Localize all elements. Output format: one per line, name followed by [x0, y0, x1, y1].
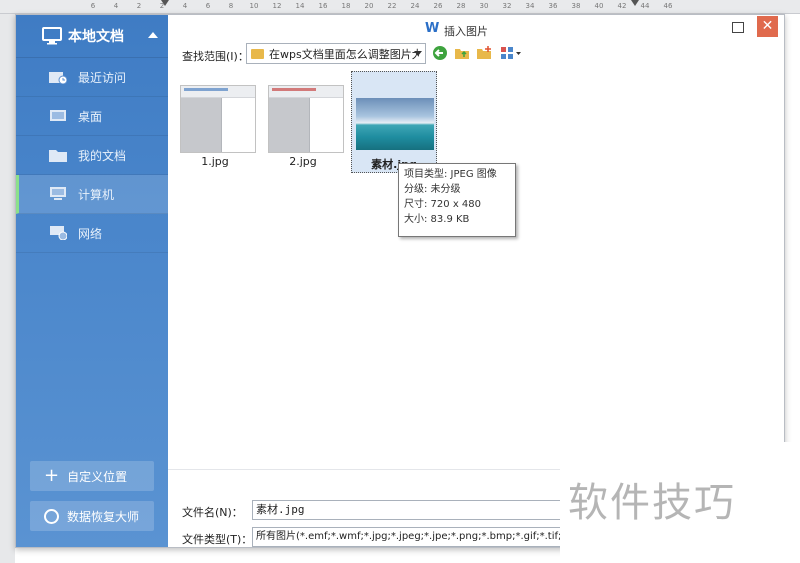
sidebar-header[interactable]: 本地文档 [16, 15, 168, 58]
filetype-select[interactable]: 所有图片(*.emf;*.wmf;*.jpg;*.jpeg;*.jpe;*.pn… [252, 527, 566, 547]
sidebar: 本地文档 最近访问 桌面 我的文档 计算机 网络 + 自定义位置 数据恢复大师 [16, 15, 168, 547]
document-background [0, 14, 15, 563]
up-folder-icon[interactable] [454, 45, 470, 61]
document-thumbnail [268, 85, 344, 153]
sidebar-title: 本地文档 [68, 29, 124, 45]
computer-icon [50, 187, 66, 200]
ruler-tick-label: 32 [502, 2, 512, 10]
custom-location-button[interactable]: + 自定义位置 [30, 461, 154, 491]
ruler-tick-label: 4 [113, 2, 119, 10]
ruler-tick-label: 34 [525, 2, 535, 10]
sidebar-item-label: 我的文档 [78, 148, 127, 163]
chevron-down-icon [414, 51, 422, 56]
ruler-tick-label: 18 [341, 2, 351, 10]
sidebar-item-label: 网络 [78, 226, 103, 241]
document-ruler: 6 4 2 2 4 6 8 10 12 14 16 18 20 22 24 26 28 30 32 34 36 38 40 4… [0, 0, 800, 14]
sidebar-item-desktop[interactable]: 桌面 [16, 97, 168, 136]
ruler-tick-label: 40 [594, 2, 604, 10]
filename-input[interactable]: 素材.jpg [252, 500, 566, 520]
file-item-1[interactable]: 1.jpg [172, 71, 258, 173]
ruler-tick-label: 2 [136, 2, 142, 10]
watermark-text: 软件技巧 [568, 480, 736, 526]
back-arrow-icon[interactable] [432, 45, 448, 61]
ruler-tick-label: 24 [410, 2, 420, 10]
folder-icon [49, 150, 67, 162]
ruler-tick-label: 28 [456, 2, 466, 10]
file-info-tooltip: 项目类型: JPEG 图像 分级: 未分级 尺寸: 720 x 480 大小: … [398, 163, 516, 237]
sidebar-item-label: 计算机 [78, 187, 115, 202]
look-in-label: 查找范围(I)： [182, 50, 249, 63]
sidebar-item-network[interactable]: 网络 [16, 214, 168, 253]
filetype-label: 文件类型(T)： [182, 533, 253, 546]
file-name: 1.jpg [201, 155, 229, 168]
monitor-icon [42, 27, 62, 45]
dialog-titlebar: W 插入图片 ✕ [168, 15, 784, 41]
ruler-tick-label: 30 [479, 2, 489, 10]
file-item-3[interactable]: 素材.jpg [351, 71, 437, 173]
recent-icon [49, 72, 67, 84]
desktop-icon [50, 110, 66, 121]
document-thumbnail [180, 85, 256, 153]
ruler-tick-label: 46 [663, 2, 673, 10]
sidebar-item-label: 最近访问 [78, 70, 127, 85]
plus-icon: + [44, 465, 60, 486]
ruler-tick-label: 36 [548, 2, 558, 10]
file-list: 1.jpg 2.jpg 素材.jpg [168, 67, 784, 467]
ruler-tick-label: 38 [571, 2, 581, 10]
ruler-tick-label: 26 [433, 2, 443, 10]
close-icon: ✕ [761, 18, 774, 34]
ruler-tick-label: 6 [90, 2, 96, 10]
collapse-caret-icon[interactable] [148, 32, 158, 38]
ruler-right-marker[interactable] [631, 0, 639, 6]
filename-label: 文件名(N)： [182, 506, 243, 519]
tooltip-rating: 分级: 未分级 [404, 184, 461, 195]
ruler-tick-label: 22 [387, 2, 397, 10]
file-item-2[interactable]: 2.jpg [260, 71, 346, 173]
new-folder-icon[interactable] [476, 45, 492, 61]
network-icon [50, 226, 67, 240]
photo-thumbnail [356, 98, 434, 150]
data-recovery-label: 数据恢复大师 [67, 509, 140, 524]
close-button[interactable]: ✕ [757, 16, 778, 37]
sidebar-item-computer[interactable]: 计算机 [16, 175, 168, 214]
dialog-title: 插入图片 [444, 25, 488, 38]
look-in-toolbar: 查找范围(I)： 在wps文档里面怎么调整图片大小 [168, 41, 784, 67]
ruler-tick-label: 6 [205, 2, 211, 10]
data-recovery-button[interactable]: 数据恢复大师 [30, 501, 154, 531]
ruler-tick-label: 12 [272, 2, 282, 10]
recovery-icon [44, 508, 59, 524]
ruler-tick-label: 16 [318, 2, 328, 10]
sidebar-item-recent[interactable]: 最近访问 [16, 58, 168, 97]
ruler-tick-label: 20 [364, 2, 374, 10]
sidebar-item-label: 桌面 [78, 109, 103, 124]
view-menu-icon[interactable] [500, 45, 522, 61]
sidebar-item-my-documents[interactable]: 我的文档 [16, 136, 168, 175]
ruler-tick-label: 4 [182, 2, 188, 10]
folder-icon [251, 48, 264, 59]
maximize-button[interactable] [732, 22, 744, 33]
watermark-panel: 软件技巧 [560, 442, 800, 563]
ruler-tick-label: 8 [228, 2, 234, 10]
ruler-tick-label: 10 [249, 2, 259, 10]
ruler-indent-marker[interactable] [161, 0, 169, 6]
look-in-dropdown[interactable]: 在wps文档里面怎么调整图片大小 [246, 43, 426, 64]
tooltip-type: 项目类型: JPEG 图像 [404, 169, 497, 180]
ruler-tick-label: 14 [295, 2, 305, 10]
tooltip-dimensions: 尺寸: 720 x 480 [404, 199, 481, 210]
wps-logo-icon: W [425, 21, 440, 36]
tooltip-filesize: 大小: 83.9 KB [404, 214, 470, 225]
look-in-value: 在wps文档里面怎么调整图片大小 [269, 47, 419, 61]
custom-location-label: 自定义位置 [67, 469, 128, 484]
file-name: 2.jpg [289, 155, 317, 168]
